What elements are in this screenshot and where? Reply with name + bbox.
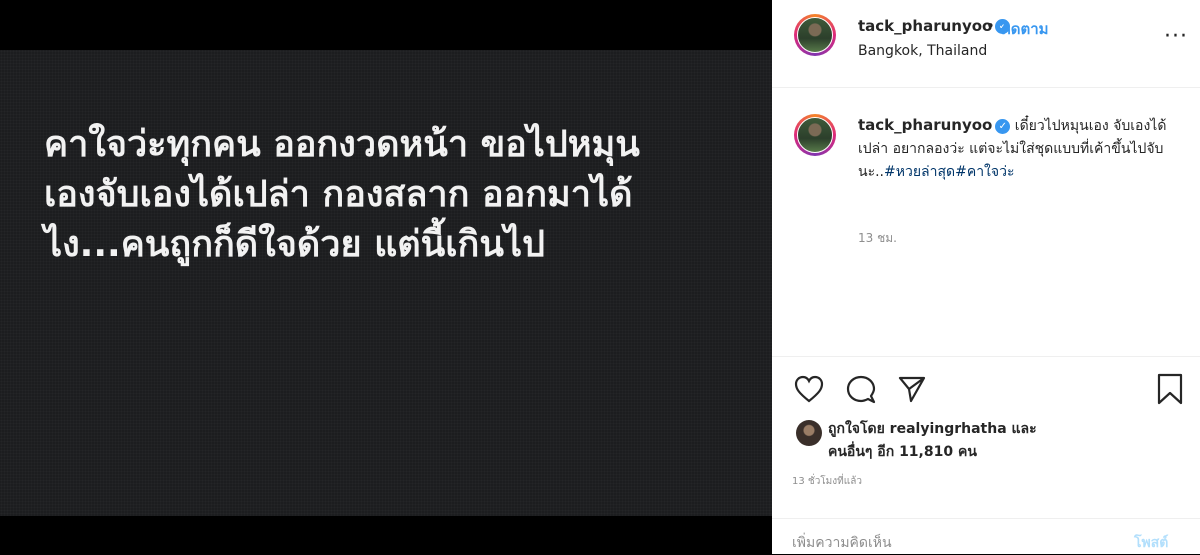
caption: tack_pharunyoo ✓ เดี๋ยวไปหมุนเอง จับเองได… (858, 114, 1168, 184)
post-image[interactable]: คาใจว่ะทุกคน ออกงวดหน้า ขอไปหมุน เองจับเ… (0, 50, 772, 516)
caption-hashtags[interactable]: #หวยล่าสุด#คาใจว่ะ (884, 164, 1014, 180)
comment-bar: เพิ่มความคิดเห็น โพสต์ (772, 518, 1200, 555)
caption-avatar[interactable] (794, 114, 836, 156)
more-options-icon[interactable]: ··· (1164, 24, 1188, 49)
post-media: คาใจว่ะทุกคน ออกงวดหน้า ขอไปหมุน เองจับเ… (0, 0, 772, 554)
post-header: tack_pharunyoo ✓ • ติดตาม Bangkok, Thaila… (772, 0, 1200, 88)
header-username[interactable]: tack_pharunyoo (858, 17, 992, 35)
likes-count[interactable]: คนอื่นๆ อีก 11,810 คน (828, 441, 1037, 464)
location-link[interactable]: Bangkok, Thailand (858, 43, 987, 59)
likes-line: ถูกใจโดย realyingrhatha และ (828, 421, 1037, 437)
follow-button[interactable]: ติดตาม (1001, 17, 1049, 41)
liker-avatar[interactable] (796, 420, 822, 446)
action-bar (772, 356, 1200, 427)
bookmark-icon[interactable] (1156, 373, 1184, 405)
post-text-line: คาใจว่ะทุกคน ออกงวดหน้า ขอไปหมุน (44, 124, 640, 165)
post-sidebar: tack_pharunyoo ✓ • ติดตาม Bangkok, Thaila… (772, 0, 1200, 554)
post-time-ago: 13 ชั่วโมงที่แล้ว (792, 476, 862, 487)
heart-icon[interactable] (794, 375, 824, 403)
comment-input[interactable]: เพิ่มความคิดเห็น (792, 532, 892, 554)
avatar[interactable] (794, 14, 836, 56)
caption-username[interactable]: tack_pharunyoo (858, 116, 992, 134)
comment-icon[interactable] (846, 375, 876, 405)
caption-time: 13 ชม. (858, 231, 897, 245)
post-text-line: ไง...คนถูกก็ดีใจด้วย แต่นี้เกินไป (44, 224, 545, 265)
verified-badge-icon: ✓ (995, 118, 1011, 134)
share-icon[interactable] (898, 375, 926, 403)
post-text-line: เองจับเองได้เปล่า กองสลาก ออกมาได้ (44, 174, 633, 215)
likes-summary[interactable]: ถูกใจโดย realyingrhatha และ คนอื่นๆ อีก … (828, 418, 1037, 464)
post-comment-button[interactable]: โพสต์ (1134, 532, 1168, 554)
post-image-text: คาใจว่ะทุกคน ออกงวดหน้า ขอไปหมุน เองจับเ… (44, 120, 744, 270)
separator-dot: • (986, 17, 995, 35)
